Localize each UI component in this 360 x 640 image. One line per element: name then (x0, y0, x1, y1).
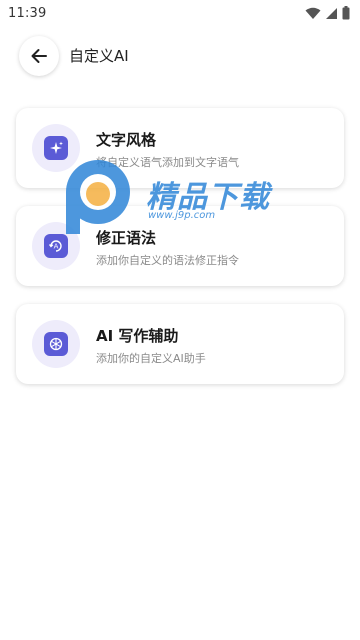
card-ai-writing-assist[interactable]: AI 写作辅助 添加你的自定义AI助手 (16, 304, 344, 384)
svg-text:A: A (54, 243, 59, 251)
grammar-icon: A (44, 234, 68, 258)
status-time: 11:39 (8, 5, 47, 21)
card-description: 添加你自定义的语法修正指令 (96, 254, 239, 267)
card-title: 修正语法 (96, 229, 157, 247)
status-icons (305, 6, 350, 20)
app-bar: 自定义AI (0, 34, 360, 78)
card-description: 将自定义语气添加到文字语气 (96, 156, 239, 169)
card-title: AI 写作辅助 (96, 327, 179, 345)
card-icon-container: A (32, 222, 80, 270)
card-title: 文字风格 (96, 131, 157, 149)
status-bar: 11:39 (0, 0, 360, 26)
card-description: 添加你的自定义AI助手 (96, 352, 206, 365)
arrow-left-icon (31, 49, 47, 63)
battery-icon (342, 6, 350, 20)
card-text-style[interactable]: 文字风格 将自定义语气添加到文字语气 (16, 108, 344, 188)
back-button[interactable] (19, 36, 59, 76)
sparkle-icon (44, 136, 68, 160)
signal-icon (326, 7, 337, 19)
card-icon-container (32, 124, 80, 172)
card-icon-container (32, 320, 80, 368)
ai-assistant-icon (44, 332, 68, 356)
wifi-icon (305, 7, 321, 19)
card-grammar-fix[interactable]: A 修正语法 添加你自定义的语法修正指令 (16, 206, 344, 286)
page-title: 自定义AI (69, 47, 129, 65)
